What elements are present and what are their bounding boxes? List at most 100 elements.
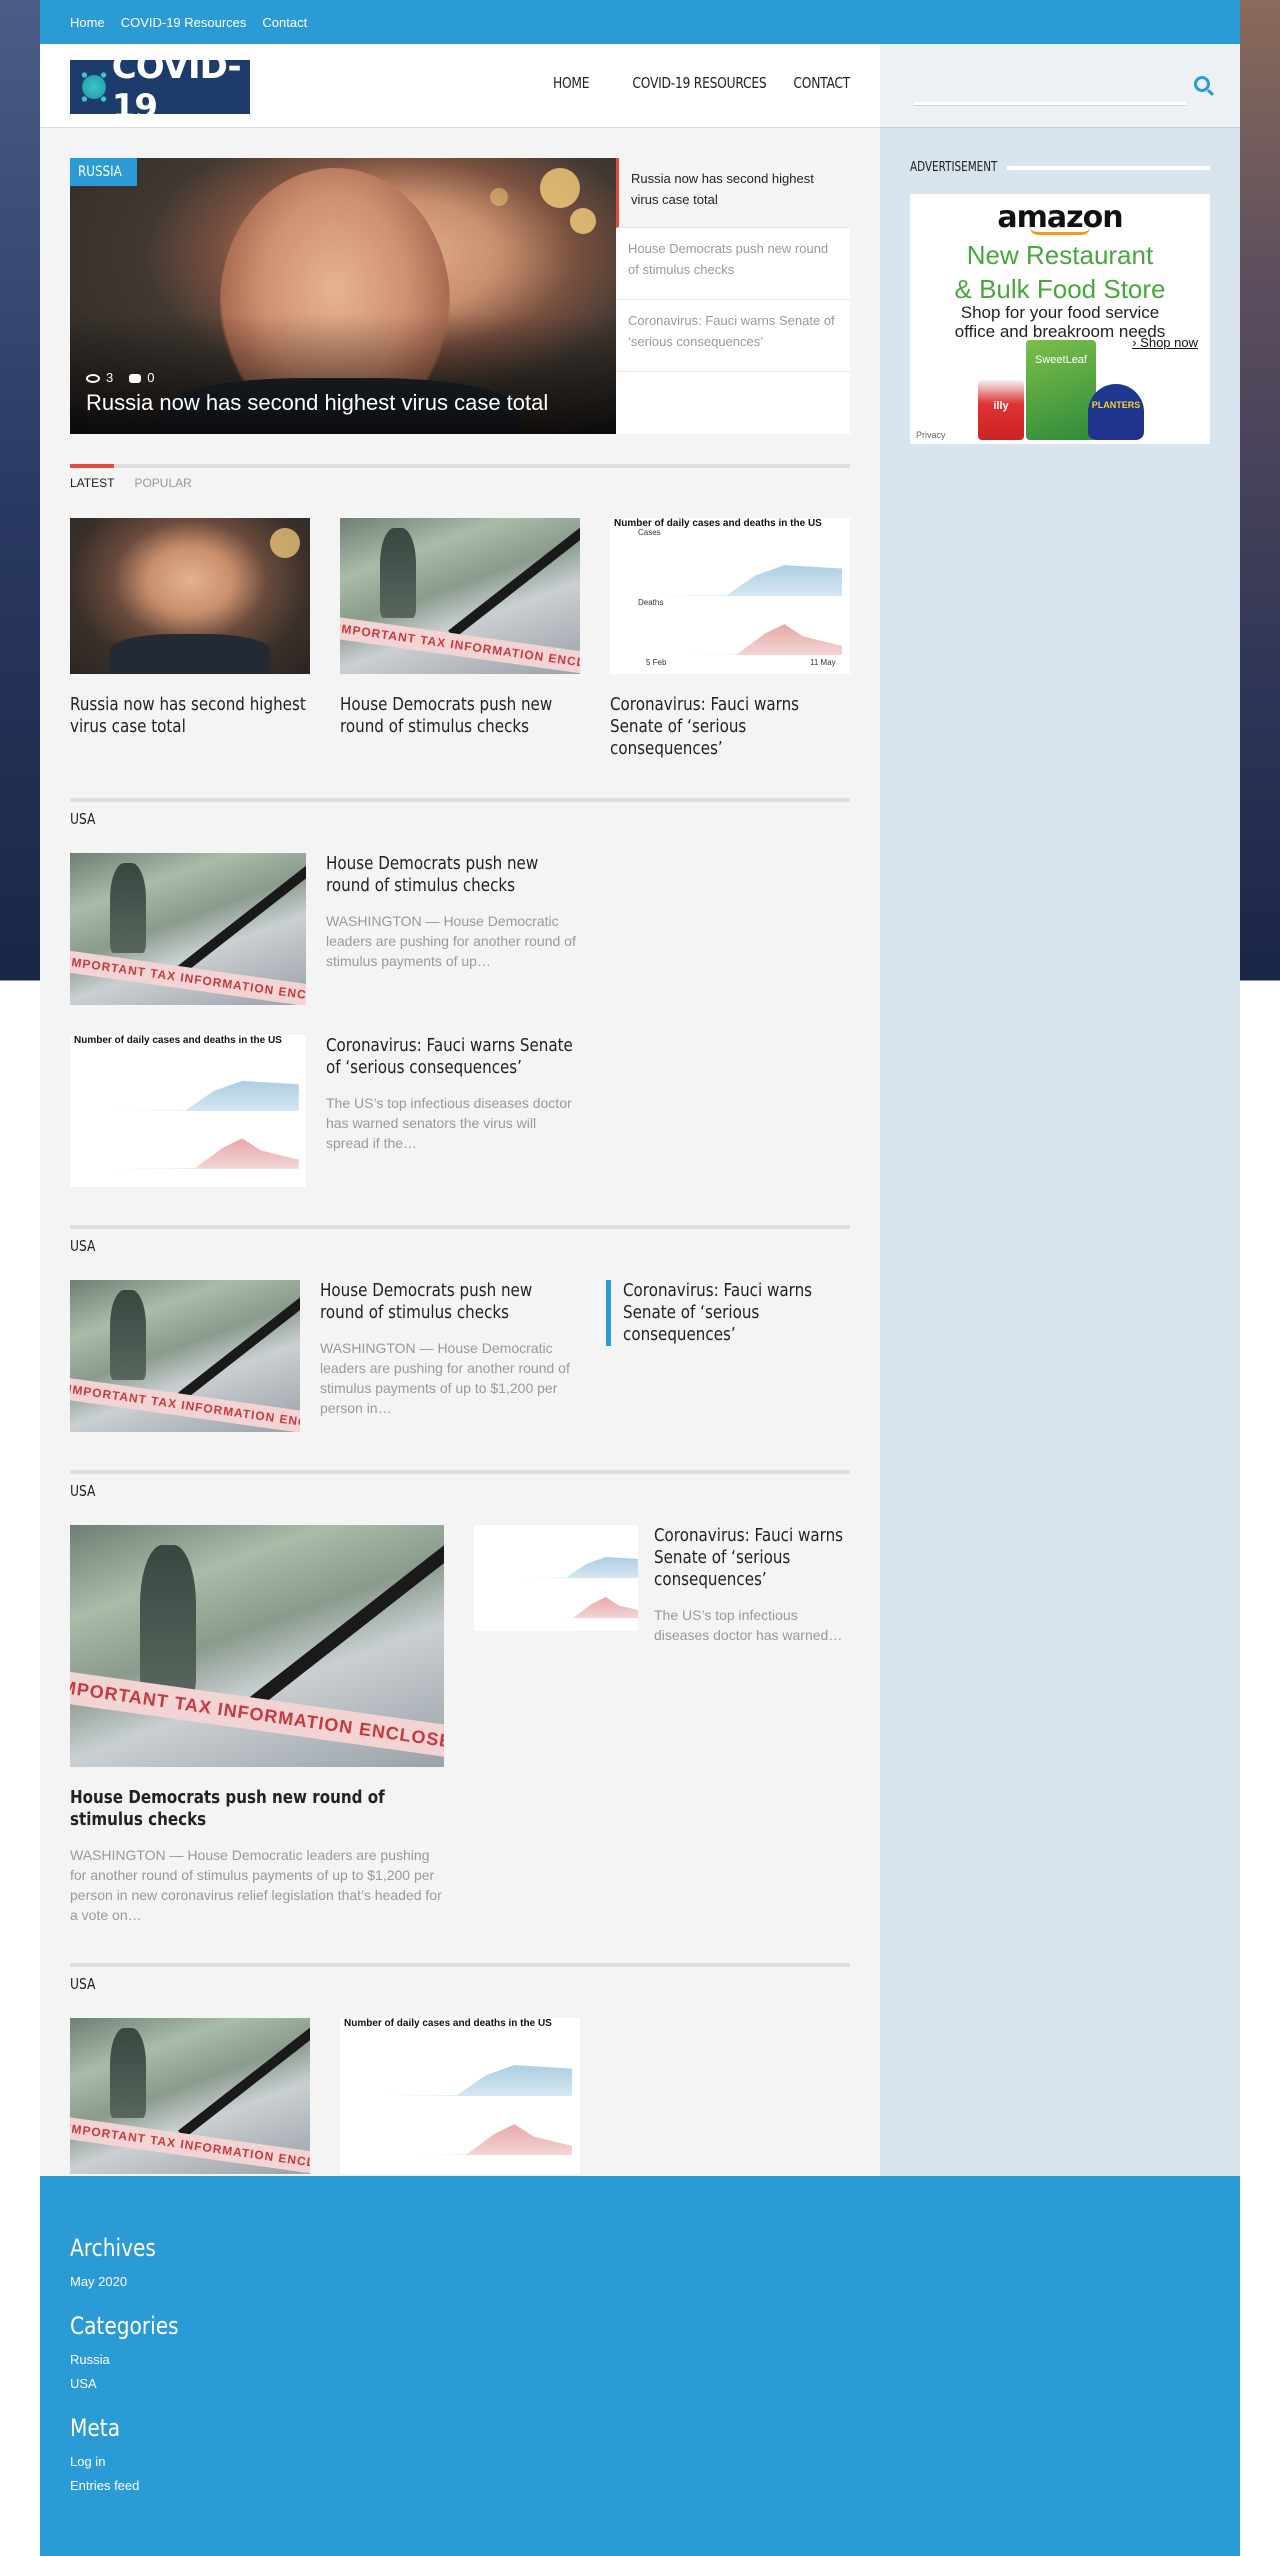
post-title[interactable]: House Democrats push new round of stimul… [326, 853, 578, 897]
list-item: IMPORTANT TAX INFORMATION ENCLOSED House… [70, 853, 850, 1005]
post-title[interactable]: Coronavirus: Fauci warns Senate of ‘seri… [610, 694, 850, 760]
post-meta: 3 0 [86, 370, 154, 385]
virus-icon [78, 67, 110, 107]
post-thumbnail[interactable]: IMPORTANT TAX INFORMATION ENCLOSED [340, 518, 580, 674]
pen-graphic [178, 2018, 310, 2139]
post-title[interactable]: Russia now has second highest virus case… [70, 694, 310, 738]
product-planters: PLANTERS [1088, 384, 1144, 440]
statue-graphic [140, 1545, 196, 1695]
entries-feed-link[interactable]: Entries feed [70, 2478, 1210, 2494]
post-thumbnail[interactable] [70, 518, 310, 674]
comments-count: 0 [129, 370, 154, 385]
post-title[interactable]: Coronavirus: Fauci warns Senate of ‘seri… [326, 1035, 578, 1079]
cases-area [514, 1557, 638, 1578]
post-excerpt: WASHINGTON — House Democratic leaders ar… [70, 1847, 442, 1923]
big-post: IMPORTANT TAX INFORMATION ENCLOSED House… [70, 1525, 444, 1925]
footer-heading: Meta [70, 2414, 121, 2442]
statue-graphic [380, 528, 416, 618]
featured-image[interactable]: RUSSIA 3 0 Russia now has second highest… [70, 158, 616, 434]
post-thumbnail[interactable]: IMPORTANT TAX INFORMATION ENCLOSED [70, 2018, 310, 2174]
category-section-usa: USA IMPORTANT TAX INFORMATION ENCLOSED N… [70, 1963, 850, 2174]
post-title[interactable]: House Democrats push new round of stimul… [340, 694, 580, 738]
featured-list-item[interactable]: House Democrats push new round of stimul… [616, 228, 850, 300]
category-section-usa: USA IMPORTANT TAX INFORMATION ENCLOSED H… [70, 798, 850, 1187]
nav-resources[interactable]: COVID-19 RESOURCES [633, 74, 767, 92]
tax-band-text: IMPORTANT TAX INFORMATION ENCLOSED [70, 1676, 444, 1754]
tax-band-text: IMPORTANT TAX INFORMATION ENCLOSED [70, 1382, 300, 1432]
topbar-link-resources[interactable]: COVID-19 Resources [121, 15, 247, 30]
portrait-suit [110, 634, 270, 674]
statue-graphic [110, 863, 146, 953]
shop-now-link[interactable]: › Shop now [1132, 335, 1198, 350]
category-badge[interactable]: RUSSIA [70, 158, 138, 186]
post-thumbnail[interactable]: Number of daily cases and deaths in the … [340, 2018, 580, 2174]
post-thumbnail[interactable]: Number of daily cases and deaths in the … [70, 1035, 306, 1187]
background-left [0, 0, 40, 980]
nav-home[interactable]: HOME [553, 74, 590, 92]
post-tabs: LATEST POPULAR [70, 464, 850, 490]
site-container: Home COVID-19 Resources Contact COVID-19… [40, 0, 1240, 2556]
background-right [1240, 0, 1280, 980]
nav-contact[interactable]: CONTACT [793, 74, 850, 92]
product-sweetleaf-label: SweetLeaf [1035, 354, 1087, 366]
bokeh-light [270, 528, 300, 558]
footer-heading: Archives [70, 2234, 156, 2262]
tab-latest[interactable]: LATEST [70, 476, 114, 490]
logo-text: COVID-19 [111, 60, 242, 114]
post-thumbnail[interactable] [474, 1525, 638, 1631]
views-count: 3 [86, 370, 113, 385]
product-illy: illy [978, 380, 1024, 440]
comment-icon [129, 374, 142, 384]
related-post-link[interactable]: Coronavirus: Fauci warns Senate of ‘seri… [606, 1280, 850, 1346]
eye-icon [86, 374, 100, 384]
pen-graphic [448, 518, 580, 639]
category-link[interactable]: USA [70, 2376, 1210, 2392]
section-title[interactable]: USA [70, 1482, 95, 1500]
divider [1007, 165, 1210, 170]
post-thumbnail[interactable]: Number of daily cases and deaths in the … [610, 518, 850, 674]
pen-graphic [178, 1280, 300, 1401]
amazon-logo: amazon [997, 200, 1123, 235]
topbar-link-home[interactable]: Home [70, 15, 105, 30]
site-logo[interactable]: COVID-19 [70, 60, 250, 114]
post-thumbnail[interactable]: IMPORTANT TAX INFORMATION ENCLOSED [70, 1525, 444, 1767]
deaths-area [380, 2124, 572, 2156]
post-thumbnail[interactable]: IMPORTANT TAX INFORMATION ENCLOSED [70, 1280, 300, 1432]
section-title[interactable]: USA [70, 810, 95, 828]
ad-privacy-link[interactable]: Privacy [916, 430, 946, 440]
featured-title[interactable]: Russia now has second highest virus case… [86, 390, 548, 416]
archive-link[interactable]: May 2020 [70, 2274, 1210, 2290]
section-title[interactable]: USA [70, 1975, 95, 1993]
footer-heading: Categories [70, 2312, 179, 2340]
list-item: Number of daily cases and deaths in the … [70, 1035, 850, 1187]
footer-meta: Meta Log in Entries feed [70, 2414, 1210, 2494]
post-title[interactable]: Coronavirus: Fauci warns Senate of ‘seri… [654, 1525, 847, 1591]
topbar-link-contact[interactable]: Contact [262, 15, 307, 30]
search-input[interactable] [914, 102, 1186, 106]
featured-list-item[interactable]: Russia now has second highest virus case… [616, 158, 850, 228]
chart-image-date: 11 May [810, 658, 836, 667]
deaths-area [650, 624, 842, 656]
category-badge-label: RUSSIA [78, 164, 122, 180]
post-title[interactable]: House Democrats push new round of stimul… [320, 1280, 572, 1324]
post-excerpt: WASHINGTON — House Democratic leaders ar… [320, 1340, 570, 1416]
featured-list-item[interactable]: Coronavirus: Fauci warns Senate of ‘seri… [616, 300, 850, 372]
chart-image-title: Number of daily cases and deaths in the … [344, 2018, 552, 2029]
post-grid: IMPORTANT TAX INFORMATION ENCLOSED Numbe… [70, 2018, 850, 2174]
category-link[interactable]: Russia [70, 2352, 1210, 2368]
tab-popular[interactable]: POPULAR [134, 476, 191, 490]
latest-grid: Russia now has second highest virus case… [70, 518, 850, 760]
pen-graphic [178, 853, 306, 974]
login-link[interactable]: Log in [70, 2454, 1210, 2470]
bokeh-light [570, 208, 596, 234]
views-value: 3 [106, 370, 114, 385]
section-title[interactable]: USA [70, 1237, 95, 1255]
post-thumbnail[interactable]: IMPORTANT TAX INFORMATION ENCLOSED [70, 853, 306, 1005]
advertisement-banner[interactable]: amazon New Restaurant & Bulk Food Store … [910, 194, 1210, 444]
search-icon[interactable] [1194, 76, 1210, 92]
post-title[interactable]: House Democrats push new round of stimul… [70, 1787, 440, 1831]
product-illy-label: illy [993, 400, 1009, 412]
cases-area [380, 2065, 572, 2096]
tax-band: IMPORTANT TAX INFORMATION ENCLOSED [70, 1375, 300, 1432]
post-excerpt: The US’s top infectious diseases doctor … [654, 1607, 843, 1643]
